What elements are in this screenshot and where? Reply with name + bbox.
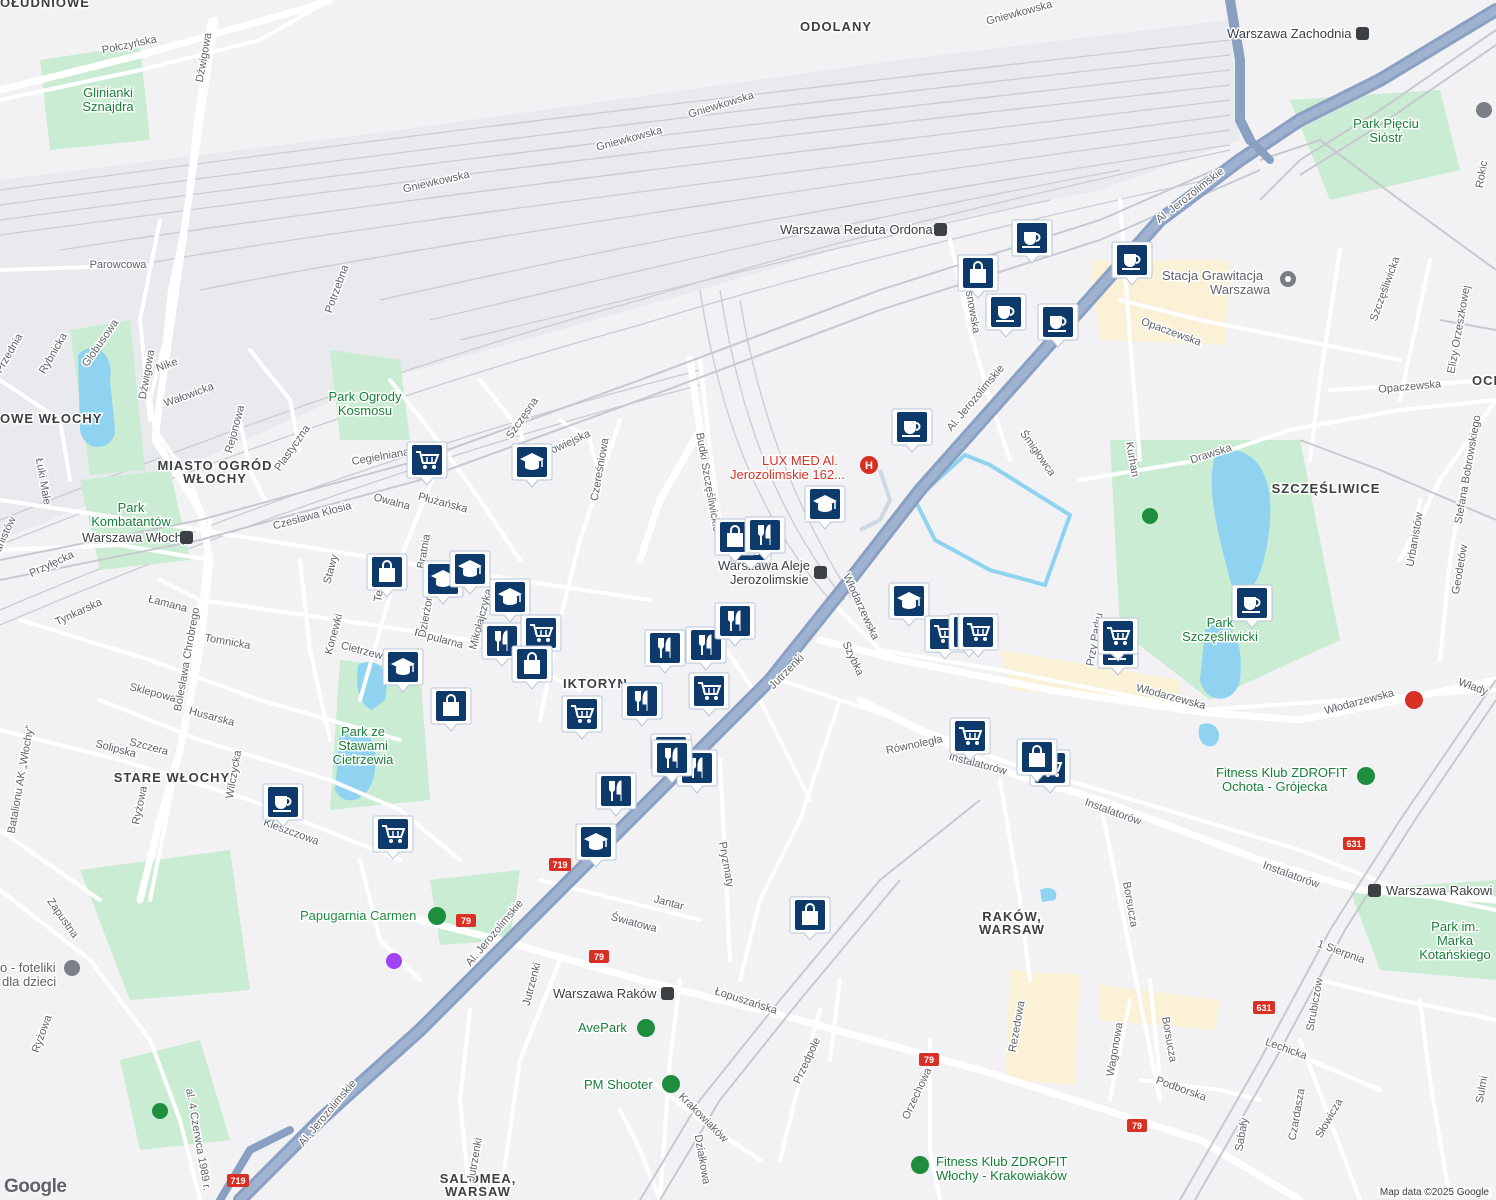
station-warszawa-rakowiecka: Warszawa Rakowi [1368,882,1494,900]
park-label: Marka [1437,933,1474,948]
route-shield: 719 [227,1174,249,1187]
train-station-icon [814,566,827,579]
svg-text:PM Shooter: PM Shooter [584,1077,653,1092]
park-label: Park Ogrody [329,389,402,404]
route-shield: 79 [589,950,609,963]
svg-text:Warszawa Raków: Warszawa Raków [553,986,657,1001]
svg-text:Stacja Grawitacja: Stacja Grawitacja [1162,268,1264,283]
svg-text:Warszawa Rakowi: Warszawa Rakowi [1386,883,1493,898]
district-label: WŁOCHY [183,471,247,486]
museum-icon [386,953,402,969]
district-label: OŁUDNIOWE [0,0,90,10]
svg-text:631: 631 [1346,839,1361,849]
svg-text:Jerozolimskie 162...: Jerozolimskie 162... [730,467,845,482]
svg-text:AvePark: AvePark [578,1020,627,1035]
route-shield: 631 [1343,837,1365,850]
svg-text:79: 79 [461,916,471,926]
district-label: ODOLANY [800,19,872,34]
svg-text:Warszawa Reduta Ordona: Warszawa Reduta Ordona [780,222,933,237]
svg-text:719: 719 [230,1176,245,1186]
poi-avepark: AvePark [577,1019,655,1037]
route-shield: 79 [919,1053,939,1066]
train-station-icon [661,987,674,1000]
route-shield: 79 [456,914,476,927]
svg-text:Fitness Klub ZDROFIT: Fitness Klub ZDROFIT [1216,765,1348,780]
place-icon [1476,102,1492,118]
svg-text:LUX MED Al.: LUX MED Al. [762,453,838,468]
place-icon-dot [1285,276,1291,282]
svg-text:Ochota - Grójecka: Ochota - Grójecka [1222,779,1328,794]
park-label: Szczęśliwicki [1182,629,1258,644]
paw-icon [428,907,446,925]
svg-text:79: 79 [1132,1121,1142,1131]
map-attribution[interactable]: Map data ©2025 Google [1376,1187,1492,1198]
park-label: Park Pięciu [1353,116,1419,131]
svg-text:dla dzieci: dla dzieci [2,974,56,989]
district-label: OWE WŁOCHY [0,411,102,426]
park-pin-icon [1142,508,1158,524]
station-warszawa-wlochy: Warszawa Włochy [81,529,193,547]
svg-text:o - foteliki: o - foteliki [0,960,56,975]
svg-text:Jerozolimskie: Jerozolimskie [730,572,809,587]
district-label: STARE WŁOCHY [114,770,230,785]
train-station-icon [180,531,193,544]
train-station-icon [1356,27,1369,40]
svg-text:H: H [865,460,873,472]
district-label: OCH [1472,373,1496,388]
map-canvas[interactable]: 719 79 79 79 79 631 631 719 ODOLANY OWE … [0,0,1496,1200]
svg-text:79: 79 [594,952,604,962]
station-warszawa-reduta-ordona: Warszawa Reduta Ordona [779,221,947,239]
park-label: Sióstr [1369,130,1403,145]
train-station-icon [1368,884,1381,897]
svg-text:Warszawa Zachodnia: Warszawa Zachodnia [1227,26,1352,41]
district-label: IKTORYN [563,676,628,691]
park-label: Park im. [1431,919,1479,934]
svg-text:Włochy - Krakowiaków: Włochy - Krakowiaków [936,1168,1067,1183]
park-label: Cietrzewia [333,752,394,767]
fitness-icon [911,1156,929,1174]
svg-text:Warszawa: Warszawa [1210,282,1271,297]
station-warszawa-zachodnia: Warszawa Zachodnia [1226,25,1369,43]
leisure-icon [662,1075,680,1093]
park-label: Kosmosu [338,403,392,418]
fitness-icon [1357,767,1375,785]
google-logo[interactable]: Google [4,1176,67,1198]
svg-text:631: 631 [1256,1003,1271,1013]
park-label: Glinianki [83,85,133,100]
district-label: SZCZĘŚLIWICE [1272,481,1381,496]
svg-text:Papugarnia Carmen: Papugarnia Carmen [300,908,416,923]
svg-text:719: 719 [552,860,567,870]
park-label: Park [1207,615,1234,630]
hospital-icon [1405,691,1423,709]
park-label: Stawami [338,738,388,753]
svg-text:79: 79 [924,1055,934,1065]
park-label: Kombatantów [91,514,171,529]
route-shield: 79 [1127,1119,1147,1132]
poi-pm-shooter: PM Shooter [583,1075,680,1094]
park-pin-icon [152,1103,168,1119]
station-warszawa-rakow: Warszawa Raków [552,985,674,1003]
park-label: Sznajdra [82,99,134,114]
district-label: WARSAW [979,922,1045,937]
district-label: WARSAW [445,1184,511,1199]
park-label: Park [118,500,145,515]
svg-text:Warszawa Włochy: Warszawa Włochy [82,530,189,545]
street-label: Parowcowa [90,259,148,271]
svg-text:Fitness Klub ZDROFIT: Fitness Klub ZDROFIT [936,1154,1068,1169]
park-label: Park ze [341,724,385,739]
route-shield: 631 [1253,1001,1275,1014]
route-shield: 719 [549,858,571,871]
place-icon [64,960,80,976]
leisure-icon [637,1019,655,1037]
train-station-icon [934,223,947,236]
park-label: Kotańskiego [1419,947,1491,962]
